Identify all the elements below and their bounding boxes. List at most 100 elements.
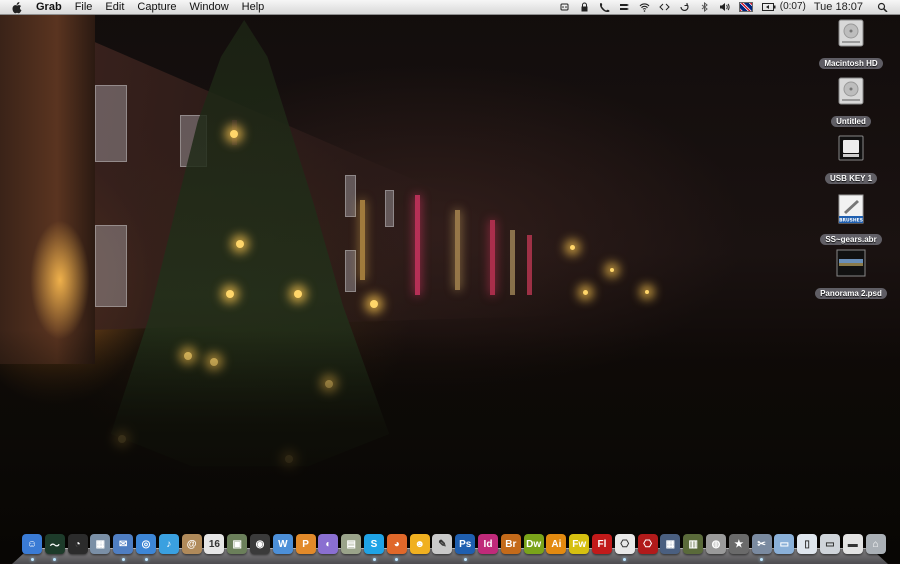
dock-running-indicator (30, 558, 34, 561)
menu-clock[interactable]: Tue 18:07 (814, 0, 863, 14)
wallpaper-window (345, 250, 356, 292)
wallpaper-ground (0, 330, 900, 563)
dock-istat-icon[interactable]: ▥ (683, 534, 704, 554)
dock-mail-icon[interactable]: ✉ (113, 534, 134, 554)
robot-icon[interactable] (559, 2, 570, 12)
desktop-icon-macintosh-hd[interactable]: Macintosh HD (811, 18, 891, 71)
battery-time[interactable]: (0:07) (780, 0, 806, 14)
menu-app-name[interactable]: Grab (36, 0, 62, 14)
dock-safari-icon[interactable]: ◎ (136, 534, 156, 554)
time-machine-icon[interactable] (679, 2, 690, 12)
brushes-badge: BRUSHES (839, 218, 863, 224)
dock-skype-icon[interactable]: S (364, 534, 384, 554)
tree-light (226, 290, 234, 298)
dock-downloads-stack-icon[interactable]: ▭ (820, 534, 840, 554)
desktop-wallpaper (0, 0, 900, 563)
tree-light (294, 290, 302, 298)
spotlight-search-icon[interactable] (877, 2, 888, 12)
menu-help[interactable]: Help (242, 0, 265, 14)
input-source-uk-flag-icon[interactable] (738, 2, 753, 12)
battery-icon[interactable] (761, 2, 776, 12)
phone-icon[interactable] (599, 2, 610, 12)
dock-minimized-window-icon[interactable]: ▬ (842, 534, 863, 554)
wallpaper-light-stripe (490, 220, 495, 295)
wallpaper-light-stripe (455, 210, 460, 290)
dock-iphoto-icon[interactable]: ▣ (227, 534, 248, 554)
menu-capture[interactable]: Capture (137, 0, 176, 14)
desktop-icon-label: Untitled (831, 116, 871, 127)
desktop-icon-panorama-2-psd[interactable]: Panorama 2.psd (811, 248, 891, 301)
image-file-icon (836, 249, 866, 277)
dock-running-indicator (372, 558, 376, 561)
dock-running-indicator (144, 558, 148, 561)
hard-drive-icon (838, 77, 864, 105)
dock-textedit-icon[interactable]: ✎ (432, 534, 453, 554)
dock-flash-icon[interactable]: Fl (592, 534, 612, 554)
desktop-icon-label: SS~gears.abr (820, 234, 882, 245)
wallpaper-light-stripe (527, 235, 532, 295)
dock-indesign-icon[interactable]: Id (478, 534, 498, 554)
tree-light (610, 268, 614, 272)
tree-light (230, 130, 238, 138)
bluetooth-icon[interactable] (699, 2, 710, 12)
brushes-file-icon: BRUSHES (838, 194, 864, 224)
dock: ☺ 〜 ◔ ▦ ✉ ◎ ♪ @16 ▣ ◉ W P ◐ ▤ S ◕ ☻ ✎ Ps Id Br Dw Ai Fw Fl ⎔ ⎔ ▦ ▥ ◍ ★… (0, 530, 900, 564)
dock-trash-icon[interactable]: ⌂ (865, 534, 886, 554)
desktop-icon-label: Panorama 2.psd (815, 288, 887, 299)
dock-capture-app-icon[interactable]: ★ (728, 534, 749, 554)
tree-light (370, 300, 378, 308)
dock-dreamweaver-icon[interactable]: Dw (523, 534, 544, 554)
dock-photo-booth-icon[interactable]: ◉ (250, 534, 270, 554)
dock-firefox-icon[interactable]: ◕ (386, 534, 407, 554)
dock-expose-icon[interactable]: ▦ (660, 534, 681, 554)
dock-illustrator-icon[interactable]: Ai (546, 534, 567, 554)
dock-finder-icon[interactable]: ☺ (22, 534, 42, 554)
wallpaper-window (385, 190, 394, 227)
desktop-icon-ss-gears-abr[interactable]: BRUSHES SS~gears.abr (811, 194, 891, 247)
wallpaper-window (345, 175, 356, 217)
dock-pages-icon[interactable]: P (295, 534, 316, 554)
dock-photoshop-icon[interactable]: Ps (455, 534, 476, 554)
dock-adium-icon[interactable]: ☻ (409, 534, 430, 554)
menu-edit[interactable]: Edit (105, 0, 124, 14)
menu-extras: (0:07) Tue 18:07 (559, 0, 900, 14)
volume-icon[interactable] (719, 2, 730, 12)
dock-bridge-icon[interactable]: Br (500, 534, 521, 554)
wifi-icon[interactable] (639, 2, 650, 12)
dock-skype-alt-icon[interactable]: ◐ (318, 534, 339, 554)
usb-drive-icon (838, 135, 864, 161)
tree-light (583, 290, 588, 295)
desktop-icon-untitled[interactable]: Untitled (811, 76, 891, 129)
apple-menu-icon[interactable] (10, 1, 24, 14)
wallpaper-window (95, 85, 127, 162)
dock-dashboard-icon[interactable]: ◔ (67, 534, 88, 554)
code-brackets-icon[interactable] (659, 2, 670, 12)
dock-applications-folder-icon[interactable]: ▭ (774, 534, 795, 554)
dock-address-book-icon[interactable]: @ (181, 534, 202, 554)
desktop-icon-label: Macintosh HD (819, 58, 883, 69)
dock-grab-icon[interactable]: ✂ (751, 534, 772, 554)
dock-preview-icon[interactable]: ▦ (90, 534, 111, 554)
dock-fireworks-icon[interactable]: Fw (569, 534, 590, 554)
lock-icon[interactable] (579, 2, 590, 12)
menu-bar: Grab File Edit Capture Window Help (0:07… (0, 0, 900, 15)
wallpaper-light-stripe (360, 200, 365, 280)
dock-installer-icon[interactable]: ▤ (341, 534, 362, 554)
dock-acrobat-icon[interactable]: ⎔ (637, 534, 658, 554)
scripts-icon[interactable] (619, 2, 630, 12)
desktop-icon-label: USB KEY 1 (824, 173, 878, 184)
dock-iweb-icon[interactable]: W (272, 534, 293, 554)
tree-light (236, 240, 244, 248)
dock-ical-icon[interactable]: 16 (204, 534, 225, 554)
dock-documents-stack-icon[interactable]: ▯ (797, 534, 818, 554)
tree-light (570, 245, 575, 250)
dock-network-utility-icon[interactable]: ◍ (706, 534, 726, 554)
dock-activity-monitor-icon[interactable]: 〜 (44, 534, 65, 554)
dock-itunes-icon[interactable]: ♪ (158, 534, 179, 554)
wallpaper-light-stripe (510, 230, 515, 295)
dock-acrobat-reader-icon[interactable]: ⎔ (614, 534, 635, 554)
desktop-icon-usb-key-1[interactable]: USB KEY 1 (811, 133, 891, 186)
dock-running-indicator (463, 558, 467, 561)
menu-file[interactable]: File (75, 0, 93, 14)
menu-window[interactable]: Window (190, 0, 229, 14)
